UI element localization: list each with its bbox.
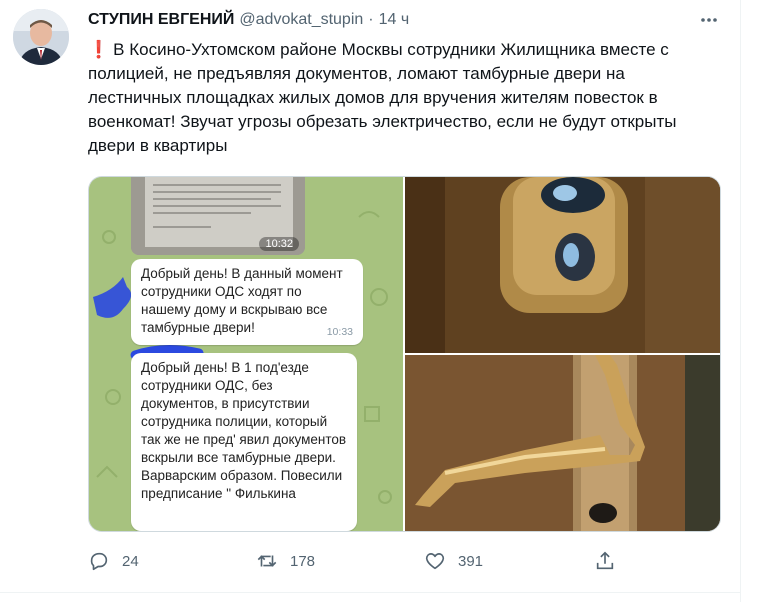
tweet-header: СТУПИН ЕВГЕНИЙ @advokat_stupin · 14 ч: [88, 9, 409, 31]
media-grid: 10:32 Добрый день! В данный момент сотру…: [88, 176, 721, 532]
chat-message-2: Добрый день! В 1 под'езде сотрудники ОДС…: [131, 353, 357, 531]
divider: [0, 592, 740, 593]
avatar-image: [13, 9, 69, 65]
like-icon: [425, 553, 445, 570]
like-button[interactable]: 391: [424, 548, 483, 574]
more-button[interactable]: [696, 9, 722, 31]
tweet-time[interactable]: 14 ч: [379, 11, 410, 29]
chat-message-1-time: 10:33: [326, 326, 353, 338]
lock-photo: [405, 177, 720, 353]
document-time: 10:32: [259, 237, 299, 251]
chat-message-2-text: Добрый день! В 1 под'езде сотрудники ОДС…: [141, 360, 347, 501]
reply-count: 24: [122, 552, 139, 570]
author-handle[interactable]: @advokat_stupin: [239, 11, 363, 29]
media-photo-handle[interactable]: [405, 355, 720, 531]
door-handle-photo: [405, 355, 720, 531]
forwarded-document-image[interactable]: 10:32: [131, 177, 305, 255]
share-icon: [596, 551, 614, 570]
tweet-actions: 24 178 391: [88, 548, 648, 574]
media-photo-chat[interactable]: 10:32 Добрый день! В данный момент сотру…: [89, 177, 403, 531]
chat-message-1-text: Добрый день! В данный момент сотрудники …: [141, 266, 343, 335]
like-count: 391: [458, 552, 484, 570]
share-button[interactable]: [594, 548, 616, 574]
exclamation-icon: ❗: [88, 40, 110, 59]
more-icon: [701, 18, 717, 22]
chat-message-1: Добрый день! В данный момент сотрудники …: [131, 259, 363, 345]
reply-button[interactable]: 24: [88, 548, 139, 574]
avatar[interactable]: [13, 9, 69, 65]
retweet-count: 178: [290, 552, 316, 570]
reply-icon: [90, 552, 108, 571]
media-photo-lock[interactable]: [405, 177, 720, 353]
tweet-text: ❗ В Косино-Ухтомском районе Москвы сотруд…: [88, 38, 718, 158]
tweet-body: В Косино-Ухтомском районе Москвы сотрудн…: [88, 40, 677, 155]
separator-dot: ·: [368, 11, 374, 28]
retweet-button[interactable]: 178: [256, 548, 315, 574]
retweet-icon: [257, 555, 277, 567]
tweet-card[interactable]: СТУПИН ЕВГЕНИЙ @advokat_stupin · 14 ч ❗ В…: [0, 0, 741, 602]
author-name[interactable]: СТУПИН ЕВГЕНИЙ: [88, 11, 234, 29]
